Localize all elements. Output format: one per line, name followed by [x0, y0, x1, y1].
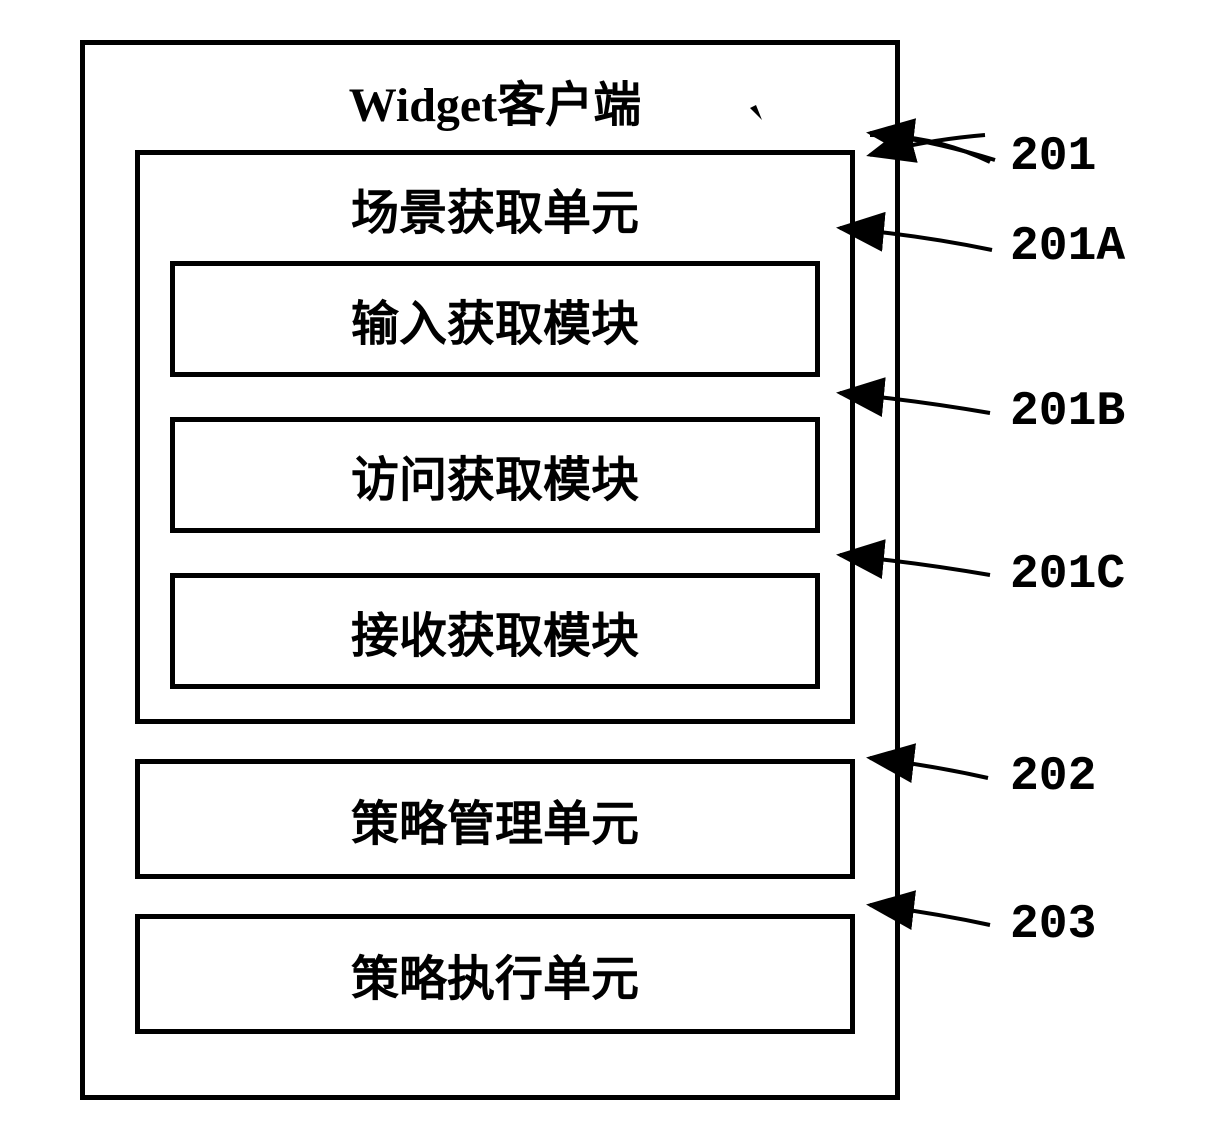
- policy-management-unit: 策略管理单元: [135, 759, 855, 879]
- receive-acquisition-module: 接收获取模块: [170, 573, 820, 689]
- widget-client-title: Widget客户端: [135, 65, 855, 135]
- unit-label: 策略执行单元: [351, 953, 639, 1006]
- callout-201c: 201C: [1010, 548, 1125, 602]
- scene-unit-title: 场景获取单元: [170, 173, 820, 243]
- policy-execution-unit: 策略执行单元: [135, 914, 855, 1034]
- callout-201b: 201B: [1010, 385, 1125, 439]
- callout-201a: 201A: [1010, 220, 1125, 274]
- widget-client-container: Widget客户端 场景获取单元 输入获取模块 访问获取模块 接收获取模块 策略…: [80, 40, 900, 1100]
- input-acquisition-module: 输入获取模块: [170, 261, 820, 377]
- unit-label: 策略管理单元: [351, 798, 639, 851]
- callout-201: 201: [1010, 130, 1096, 184]
- module-label: 访问获取模块: [351, 454, 639, 507]
- callout-202: 202: [1010, 750, 1096, 804]
- access-acquisition-module: 访问获取模块: [170, 417, 820, 533]
- scene-acquisition-unit: 场景获取单元 输入获取模块 访问获取模块 接收获取模块: [135, 150, 855, 724]
- module-label: 输入获取模块: [351, 298, 639, 351]
- callout-203: 203: [1010, 898, 1096, 952]
- module-label: 接收获取模块: [351, 610, 639, 663]
